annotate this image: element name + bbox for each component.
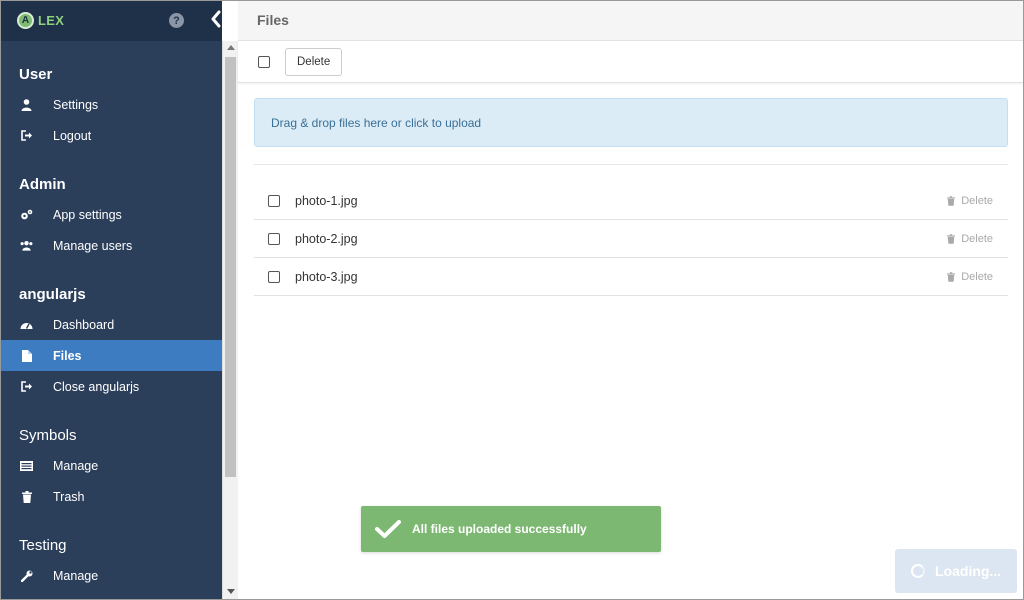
file-name: photo-2.jpg — [295, 231, 358, 246]
sidebar-item-trash[interactable]: Trash — [0, 481, 222, 512]
success-toast[interactable]: All files uploaded successfully — [361, 506, 661, 552]
group-title: Testing — [19, 537, 67, 554]
group-title: Admin — [19, 176, 66, 193]
file-delete-button[interactable]: Delete — [947, 233, 993, 245]
users-icon — [20, 239, 33, 252]
sidebar-group-testing: Testing Manage — [0, 512, 222, 591]
sidebar-item-manage-symbols[interactable]: Manage — [0, 450, 222, 481]
file-icon — [20, 349, 33, 362]
file-delete-label: Delete — [961, 232, 993, 245]
list-icon — [20, 459, 33, 472]
file-name: photo-3.jpg — [295, 269, 358, 284]
chevron-left-icon[interactable] — [211, 10, 221, 31]
sidebar-item-label: Trash — [53, 489, 85, 504]
sidebar-group-admin: Admin App settings Manage users — [0, 151, 222, 261]
sidebar-item-files[interactable]: Files — [0, 340, 222, 371]
logout-icon — [20, 129, 33, 142]
group-title: User — [19, 66, 53, 83]
wrench-icon — [20, 569, 33, 582]
sidebar-item-label: Logout — [53, 128, 92, 143]
sidebar-item-dashboard[interactable]: Dashboard — [0, 309, 222, 340]
sidebar-item-manage-testing[interactable]: Manage — [0, 560, 222, 591]
trash-icon — [947, 233, 956, 244]
group-title: angularjs — [19, 286, 86, 303]
trash-icon — [947, 195, 956, 206]
logout-icon — [20, 380, 33, 393]
sidebar-group-angularjs: angularjs Dashboard Files Close angularj… — [0, 261, 222, 402]
file-row: photo-1.jpg Delete — [254, 182, 1008, 220]
scroll-down-arrow-icon[interactable] — [227, 589, 235, 594]
scroll-up-arrow-icon[interactable] — [227, 45, 235, 50]
sidebar-item-label: Manage — [53, 568, 99, 583]
upload-dropzone[interactable]: Drag & drop files here or click to uploa… — [254, 98, 1008, 147]
sidebar-item-close-angularjs[interactable]: Close angularjs — [0, 371, 222, 402]
file-row: photo-3.jpg Delete — [254, 258, 1008, 296]
logo-text: LEX — [38, 13, 65, 28]
sidebar: A LEX ? User Settings Logout Admin App s… — [0, 0, 222, 600]
help-icon[interactable]: ? — [169, 13, 184, 28]
select-all-checkbox[interactable] — [258, 55, 270, 68]
sidebar-group-symbols: Symbols Manage Trash — [0, 402, 222, 512]
logo[interactable]: A LEX — [17, 12, 64, 29]
sidebar-item-label: Files — [53, 348, 82, 363]
checkmark-icon — [375, 519, 401, 539]
file-delete-button[interactable]: Delete — [947, 195, 993, 207]
file-name: photo-1.jpg — [295, 193, 358, 208]
page-title: Files — [257, 12, 289, 28]
scrollbar-thumb[interactable] — [225, 57, 236, 477]
trash-icon — [20, 490, 33, 503]
toast-message: All files uploaded successfully — [412, 522, 587, 536]
sidebar-item-label: Settings — [53, 97, 99, 112]
sidebar-item-label: Close angularjs — [53, 379, 140, 394]
sidebar-item-settings[interactable]: Settings — [0, 89, 222, 120]
sidebar-header: A LEX ? — [0, 0, 222, 41]
file-row: photo-2.jpg Delete — [254, 220, 1008, 258]
sidebar-item-logout[interactable]: Logout — [0, 120, 222, 151]
gears-icon — [20, 208, 33, 221]
logo-badge: A — [17, 12, 34, 29]
page-header: Files — [238, 0, 1024, 41]
trash-icon — [947, 271, 956, 282]
file-checkbox[interactable] — [268, 270, 280, 283]
toolbar: Delete — [238, 41, 1024, 83]
file-delete-button[interactable]: Delete — [947, 271, 993, 283]
group-title: Symbols — [19, 427, 77, 444]
loading-text: Loading... — [935, 563, 1002, 579]
file-list: photo-1.jpg Delete photo-2.jpg Delete ph… — [254, 182, 1008, 296]
file-delete-label: Delete — [961, 270, 993, 283]
sidebar-item-app-settings[interactable]: App settings — [0, 199, 222, 230]
loading-indicator: Loading... — [895, 549, 1017, 593]
file-checkbox[interactable] — [268, 232, 280, 245]
user-icon — [20, 98, 33, 111]
sidebar-item-label: App settings — [53, 207, 122, 222]
sidebar-item-label: Dashboard — [53, 317, 115, 332]
dashboard-icon — [20, 318, 33, 331]
sidebar-group-user: User Settings Logout — [0, 41, 222, 151]
sidebar-scrollbar[interactable] — [222, 41, 238, 600]
file-delete-label: Delete — [961, 194, 993, 207]
sidebar-item-label: Manage — [53, 458, 99, 473]
spinner-icon — [911, 564, 925, 578]
sidebar-item-label: Manage users — [53, 238, 133, 253]
divider — [254, 164, 1008, 165]
sidebar-item-manage-users[interactable]: Manage users — [0, 230, 222, 261]
delete-selected-button[interactable]: Delete — [285, 47, 343, 76]
file-checkbox[interactable] — [268, 194, 280, 207]
